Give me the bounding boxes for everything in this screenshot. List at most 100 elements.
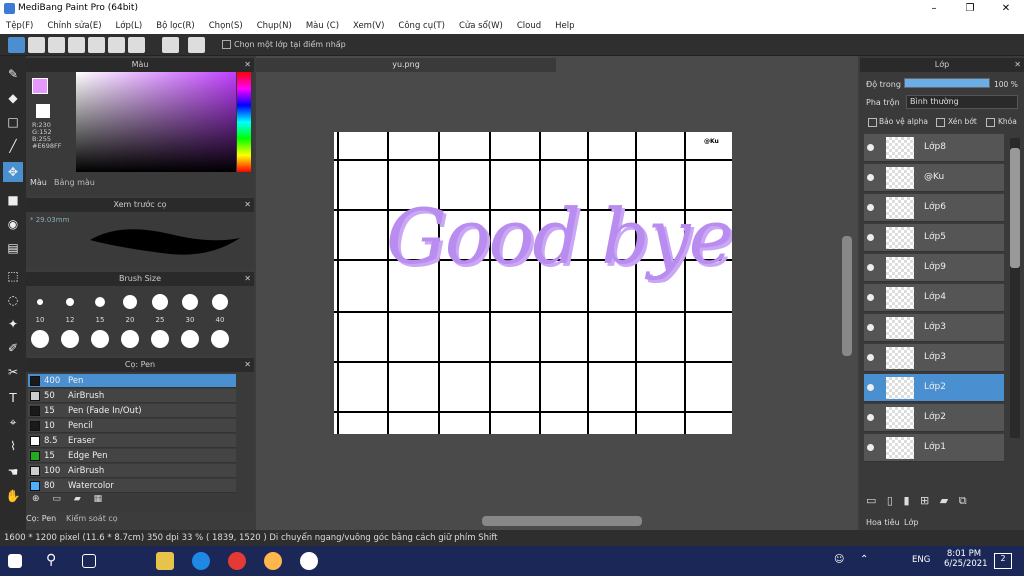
primary-color-swatch[interactable] xyxy=(32,78,48,94)
visibility-eye-icon[interactable] xyxy=(867,264,874,271)
select-layer-checkbox[interactable] xyxy=(222,40,231,49)
brush-tool-icon[interactable]: ✎ xyxy=(3,64,23,84)
brush-row[interactable]: 80 Watercolor xyxy=(28,479,236,493)
visibility-eye-icon[interactable] xyxy=(867,444,874,451)
layer-row[interactable]: Lớp3 xyxy=(864,314,1004,342)
windows-start-icon[interactable] xyxy=(8,554,22,568)
layer-row[interactable]: Lớp3 xyxy=(864,344,1004,372)
tab-layers[interactable]: Lớp xyxy=(904,518,918,527)
brush-size-dot[interactable] xyxy=(181,330,199,348)
layer-scrollbar-track[interactable] xyxy=(1010,138,1020,438)
trash-icon[interactable]: ▦ xyxy=(94,494,103,504)
visibility-eye-icon[interactable] xyxy=(867,174,874,181)
layer-row[interactable]: Lớp2 xyxy=(864,374,1004,402)
layer-row[interactable]: Lớp2 xyxy=(864,404,1004,432)
menu-layer[interactable]: Lớp(L) xyxy=(116,21,143,31)
layer-row[interactable]: Lớp6 xyxy=(864,194,1004,222)
layer-folder-icon[interactable]: ▰ xyxy=(940,494,948,507)
panel-close-icon[interactable]: ✕ xyxy=(244,272,251,286)
person-icon[interactable]: ☺ xyxy=(834,554,844,565)
redo-icon[interactable] xyxy=(188,37,205,53)
visibility-eye-icon[interactable] xyxy=(867,204,874,211)
brush-row[interactable]: 8.5 Eraser xyxy=(28,434,236,448)
folder-icon[interactable]: ▰ xyxy=(74,494,81,504)
visibility-eye-icon[interactable] xyxy=(867,234,874,241)
select-tool-icon[interactable]: ⬚ xyxy=(3,266,23,286)
saturation-value-picker[interactable] xyxy=(76,72,236,172)
line-tool-icon[interactable]: ╱ xyxy=(3,136,23,156)
brush-size-dot[interactable] xyxy=(91,330,109,348)
hand-tool-icon[interactable]: ☚ xyxy=(3,462,23,482)
language-indicator[interactable]: ENG xyxy=(912,555,930,565)
layer-row[interactable]: Lớp1 xyxy=(864,434,1004,462)
menu-window[interactable]: Cửa sổ(W) xyxy=(459,21,503,31)
vertical-scrollbar[interactable] xyxy=(842,236,852,356)
brush-size-dot[interactable] xyxy=(61,330,79,348)
blend-mode-select[interactable]: Bình thường xyxy=(906,95,1018,109)
dot-tool-icon[interactable]: □ xyxy=(3,112,23,132)
fill-tool-icon[interactable]: ◉ xyxy=(3,214,23,234)
grid-icon[interactable] xyxy=(128,37,145,53)
menu-tools[interactable]: Công cụ(T) xyxy=(398,21,445,31)
document-canvas[interactable]: Good bye @Ku xyxy=(334,132,732,434)
opera-icon[interactable] xyxy=(228,552,246,570)
gradient-tool-icon[interactable]: ▤ xyxy=(3,238,23,258)
list-icon[interactable] xyxy=(108,37,125,53)
layer-row[interactable]: Lớp4 xyxy=(864,284,1004,312)
select-eraser-icon[interactable]: ✂ xyxy=(3,362,23,382)
cloud-icon[interactable] xyxy=(8,37,25,53)
clock[interactable]: 8:01 PM 6/25/2021 xyxy=(944,549,988,569)
paint-app-icon[interactable] xyxy=(264,552,282,570)
brush-size-dot[interactable] xyxy=(66,298,74,306)
visibility-eye-icon[interactable] xyxy=(867,384,874,391)
eyedropper-icon[interactable]: ⌇ xyxy=(3,436,23,456)
panel-close-icon[interactable]: ✕ xyxy=(1014,58,1021,72)
menu-edit[interactable]: Chỉnh sửa(E) xyxy=(47,21,101,31)
brush-row[interactable]: 15 Edge Pen xyxy=(28,449,236,463)
menu-cloud[interactable]: Cloud xyxy=(517,21,541,31)
brush-size-dot[interactable] xyxy=(211,330,229,348)
undo-icon[interactable] xyxy=(162,37,179,53)
brush-size-dot[interactable] xyxy=(152,294,168,310)
brush-size-dot[interactable] xyxy=(95,297,105,307)
visibility-eye-icon[interactable] xyxy=(867,144,874,151)
palette-tab[interactable]: Bảng màu xyxy=(54,178,95,187)
panel-close-icon[interactable]: ✕ xyxy=(244,358,251,372)
brush-size-dot[interactable] xyxy=(151,330,169,348)
layer-scrollbar-thumb[interactable] xyxy=(1010,148,1020,268)
delete-layer-icon[interactable]: ⧉ xyxy=(959,494,967,507)
opacity-slider[interactable] xyxy=(904,78,990,88)
visibility-eye-icon[interactable] xyxy=(867,414,874,421)
menu-filter[interactable]: Bộ lọc(R) xyxy=(156,21,195,31)
document-icon[interactable] xyxy=(88,37,105,53)
tab-brush-control[interactable]: Kiểm soát cọ xyxy=(66,514,118,523)
visibility-eye-icon[interactable] xyxy=(867,354,874,361)
panel-close-icon[interactable]: ✕ xyxy=(244,198,251,212)
zoom-tool-icon[interactable]: ✋ xyxy=(3,486,23,506)
add-brush-icon[interactable]: ⊕ xyxy=(32,494,40,504)
eraser-tool-icon[interactable]: ◆ xyxy=(3,88,23,108)
message-icon[interactable] xyxy=(68,37,85,53)
move-tool-icon[interactable]: ✥ xyxy=(3,162,23,182)
search-icon[interactable]: ⚲ xyxy=(46,552,64,570)
tab-navigator[interactable]: Hoa tiêu xyxy=(866,518,900,527)
chevron-up-icon[interactable]: ⌃ xyxy=(860,554,868,565)
brush-row[interactable]: 50 AirBrush xyxy=(28,389,236,403)
document-tab[interactable]: yu.png xyxy=(256,58,556,72)
menu-select[interactable]: Chọn(S) xyxy=(209,21,243,31)
visibility-eye-icon[interactable] xyxy=(867,324,874,331)
menu-snap[interactable]: Chụp(N) xyxy=(257,21,292,31)
shape-tool-icon[interactable]: ■ xyxy=(3,190,23,210)
secondary-color-swatch[interactable] xyxy=(36,104,50,118)
hue-slider[interactable] xyxy=(237,72,251,172)
select-pen-icon[interactable]: ✐ xyxy=(3,338,23,358)
magic-wand-icon[interactable]: ✦ xyxy=(3,314,23,334)
chrome-icon[interactable] xyxy=(300,552,318,570)
maximize-button[interactable]: ❐ xyxy=(952,0,988,17)
menu-help[interactable]: Help xyxy=(555,21,574,31)
layer-row[interactable]: @Ku xyxy=(864,164,1004,192)
menu-view[interactable]: Xem(V) xyxy=(353,21,384,31)
file-explorer-icon[interactable] xyxy=(156,552,174,570)
brush-row[interactable]: 100 AirBrush xyxy=(28,464,236,478)
close-button[interactable]: ✕ xyxy=(988,0,1024,17)
